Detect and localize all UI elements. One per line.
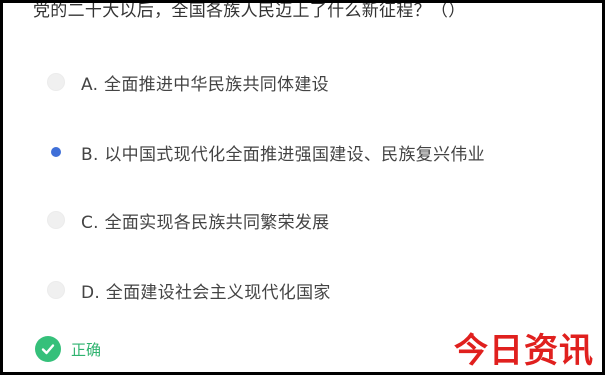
result-label: 正确 bbox=[71, 340, 102, 359]
radio-button-c[interactable] bbox=[47, 211, 65, 229]
option-d-label: D. 全面建设社会主义现代化国家 bbox=[81, 282, 331, 303]
option-c[interactable]: C. 全面实现各民族共同繁荣发展 bbox=[47, 204, 329, 236]
option-d[interactable]: D. 全面建设社会主义现代化国家 bbox=[47, 274, 331, 306]
answer-result: 正确 bbox=[35, 336, 101, 362]
option-b-label: B. 以中国式现代化全面推进强国建设、民族复兴伟业 bbox=[81, 144, 485, 165]
question-text: 党的二十大以后，全国各族人民迈上了什么新征程？（） bbox=[33, 3, 466, 21]
radio-button-a[interactable] bbox=[47, 73, 65, 91]
watermark-logo: 今日资讯 bbox=[454, 331, 594, 371]
option-c-label: C. 全面实现各民族共同繁荣发展 bbox=[81, 212, 330, 233]
radio-button-b[interactable] bbox=[47, 143, 65, 161]
radio-button-d[interactable] bbox=[47, 281, 65, 299]
radio-selected-dot bbox=[51, 147, 61, 157]
option-a-label: A. 全面推进中华民族共同体建设 bbox=[81, 74, 329, 95]
quiz-card: 党的二十大以后，全国各族人民迈上了什么新征程？（） A. 全面推进中华民族共同体… bbox=[3, 3, 602, 372]
option-a[interactable]: A. 全面推进中华民族共同体建设 bbox=[47, 66, 329, 98]
option-b[interactable]: B. 以中国式现代化全面推进强国建设、民族复兴伟业 bbox=[47, 136, 485, 168]
checkmark-icon bbox=[41, 344, 55, 355]
check-circle-icon bbox=[35, 336, 61, 362]
